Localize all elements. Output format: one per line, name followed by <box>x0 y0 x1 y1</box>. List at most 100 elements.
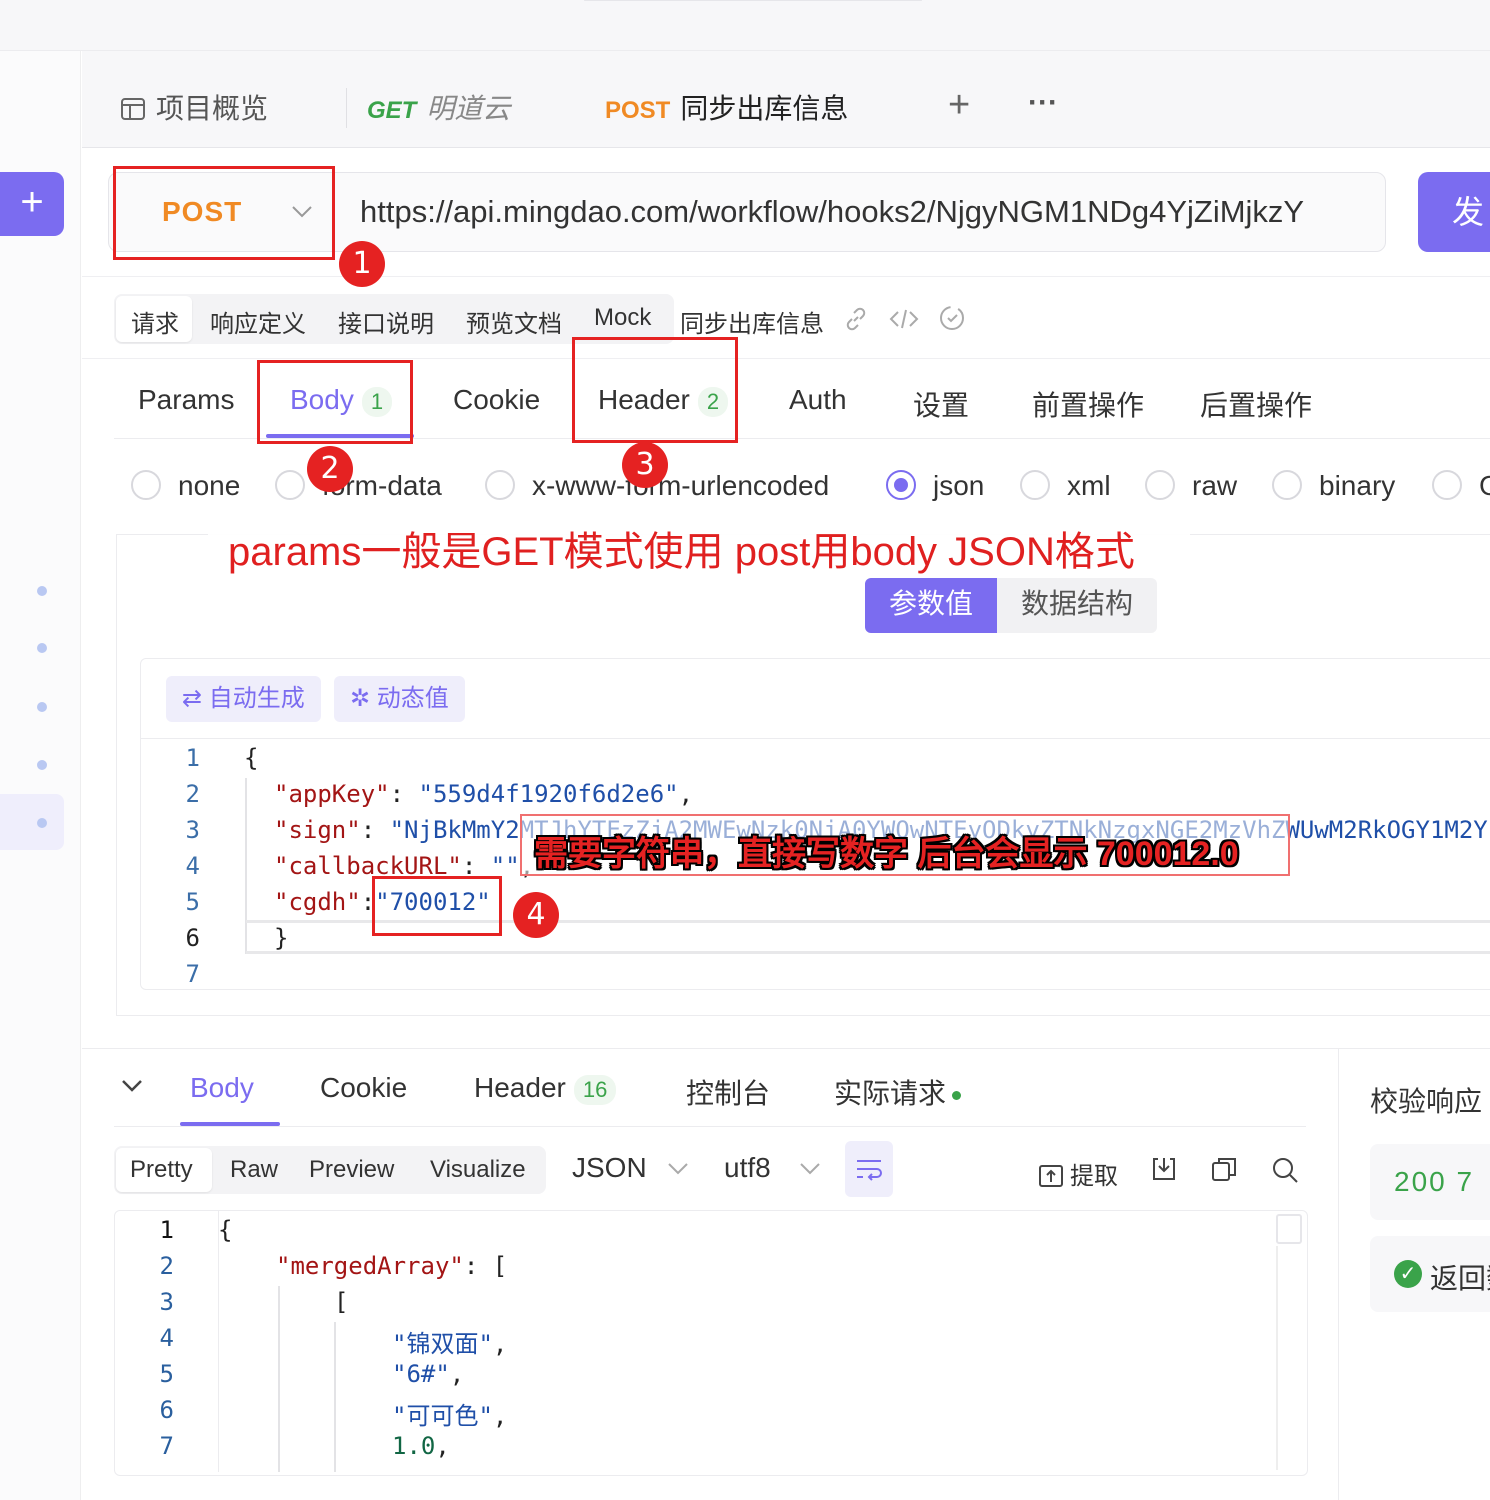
subtab-mock[interactable]: Mock <box>594 304 651 332</box>
json-bracket: [ <box>334 1288 349 1316</box>
resp-tab-cookie[interactable]: Cookie <box>320 1072 407 1104</box>
rail-dot[interactable] <box>37 702 47 712</box>
button-label: 提取 <box>1070 1163 1118 1190</box>
check-circle-icon: ✓ <box>1394 1260 1422 1288</box>
format-visualize[interactable]: Visualize <box>430 1156 526 1184</box>
resp-tab-actual-request[interactable]: 实际请求 <box>834 1072 962 1112</box>
tab-settings[interactable]: 设置 <box>913 384 969 424</box>
code-brace: { <box>218 1216 233 1244</box>
radio-form-data[interactable] <box>275 470 305 500</box>
radio-raw[interactable] <box>1145 470 1175 500</box>
copy-icon[interactable] <box>1210 1155 1238 1183</box>
extract-icon <box>1039 1165 1063 1187</box>
add-tab-icon[interactable]: + <box>948 84 970 127</box>
line-number: 5 <box>185 888 200 916</box>
format-raw[interactable]: Raw <box>230 1156 278 1184</box>
radio-json[interactable] <box>886 470 916 500</box>
radio-urlencoded[interactable] <box>485 470 515 500</box>
radio-binary[interactable] <box>1272 470 1302 500</box>
scrollbar-track[interactable] <box>1276 1246 1278 1470</box>
line-number: 1 <box>185 744 200 772</box>
left-rail <box>0 51 81 1500</box>
download-icon[interactable] <box>1150 1155 1178 1183</box>
code-icon[interactable] <box>889 306 919 332</box>
tab-project-overview[interactable]: 项目概览 <box>120 70 268 148</box>
segment-value[interactable]: 参数值 <box>865 578 997 633</box>
radio-label: none <box>178 470 241 501</box>
status-code: 200 7 <box>1394 1166 1475 1197</box>
rail-dot[interactable] <box>37 586 47 596</box>
chevron-down-icon[interactable] <box>120 1078 144 1094</box>
wrap-icon <box>857 1160 882 1181</box>
search-icon[interactable] <box>1270 1155 1300 1185</box>
line-number: 3 <box>185 816 200 844</box>
radio-graphql[interactable] <box>1432 470 1462 500</box>
subtab-response-def[interactable]: 响应定义 <box>210 304 306 339</box>
scrollbar-thumb[interactable] <box>1276 1214 1302 1244</box>
rail-dot[interactable] <box>37 818 47 828</box>
indent-guide <box>334 1322 336 1472</box>
segment-structure[interactable]: 数据结构 <box>997 578 1157 633</box>
chevron-down-icon[interactable] <box>667 1162 689 1176</box>
dynamic-value-button[interactable]: ✲ 动态值 <box>334 676 465 722</box>
more-icon[interactable]: ··· <box>1028 86 1058 120</box>
rail-dot[interactable] <box>37 760 47 770</box>
tab-params[interactable]: Params <box>138 384 234 416</box>
radio-none[interactable] <box>131 470 161 500</box>
history-icon[interactable] <box>938 304 966 332</box>
resp-tab-console[interactable]: 控制台 <box>686 1072 770 1112</box>
divider <box>82 276 1490 277</box>
tab-auth[interactable]: Auth <box>789 384 847 416</box>
response-type-select[interactable]: JSON <box>572 1152 647 1184</box>
resp-tab-body[interactable]: Body <box>190 1072 254 1104</box>
code-line: 1.0, <box>392 1432 450 1460</box>
resp-tab-header[interactable]: Header 16 <box>474 1072 617 1105</box>
result-label: 返回数 <box>1430 1263 1490 1294</box>
divider <box>114 1126 1306 1127</box>
line-number: 4 <box>185 852 200 880</box>
api-name[interactable]: 同步出库信息 <box>680 304 824 339</box>
tab-get-mingdao[interactable]: GET 明道云 <box>367 70 510 148</box>
tab-post-script[interactable]: 后置操作 <box>1200 384 1312 424</box>
tab-active-bg <box>584 0 922 1</box>
line-number: 2 <box>159 1252 174 1280</box>
response-body-viewer[interactable] <box>114 1210 1308 1476</box>
url-input[interactable]: https://api.mingdao.com/workflow/hooks2/… <box>360 194 1364 230</box>
method-badge: GET <box>367 97 417 124</box>
tab-post-sync[interactable]: POST 同步出库信息 <box>605 70 848 148</box>
tab-cookie[interactable]: Cookie <box>453 384 540 416</box>
line-number: 6 <box>159 1396 174 1424</box>
rail-selected[interactable] <box>0 794 64 850</box>
extract-button[interactable]: 提取 <box>1038 1156 1118 1191</box>
json-key: "mergedArray" <box>276 1252 464 1280</box>
new-button[interactable]: + <box>0 172 64 236</box>
format-pretty[interactable]: Pretty <box>130 1156 193 1184</box>
tab-pre-script[interactable]: 前置操作 <box>1032 384 1144 424</box>
line-number: 1 <box>159 1216 174 1244</box>
radio-xml[interactable] <box>1020 470 1050 500</box>
tab-divider <box>346 88 347 128</box>
link-icon[interactable] <box>843 306 869 332</box>
send-button[interactable]: 发 <box>1418 172 1490 252</box>
magic-wand-icon: ✲ <box>350 685 377 712</box>
subtab-preview-doc[interactable]: 预览文档 <box>466 304 562 339</box>
subtab-api-doc[interactable]: 接口说明 <box>338 304 434 339</box>
step-marker: 3 <box>622 442 668 488</box>
divider <box>1338 1049 1339 1500</box>
layout-icon <box>121 98 145 120</box>
encoding-select[interactable]: utf8 <box>724 1152 771 1184</box>
line-number: 4 <box>159 1324 174 1352</box>
code-line: "appKey": "559d4f1920f6d2e6", <box>274 780 694 808</box>
format-preview[interactable]: Preview <box>309 1156 394 1184</box>
chevron-down-icon[interactable] <box>799 1162 821 1176</box>
code-brace: } <box>274 924 289 952</box>
button-label: 动态值 <box>376 685 449 712</box>
code-line: "可可色", <box>392 1402 508 1430</box>
wrap-toggle[interactable] <box>845 1141 893 1197</box>
json-key: "appKey" <box>274 780 390 808</box>
subtab-request[interactable]: 请求 <box>131 304 179 339</box>
button-label: 自动生成 <box>208 685 305 712</box>
count-badge: 16 <box>573 1074 617 1105</box>
rail-dot[interactable] <box>37 643 47 653</box>
auto-generate-button[interactable]: ⇄ 自动生成 <box>166 676 321 722</box>
